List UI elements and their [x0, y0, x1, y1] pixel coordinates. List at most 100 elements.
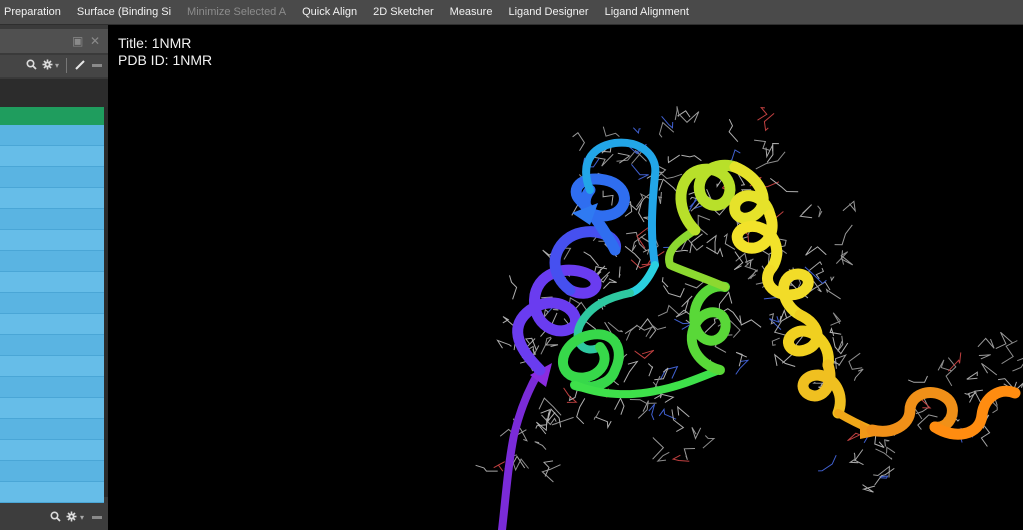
side-chain-bond — [825, 288, 841, 300]
side-chain-bond — [617, 152, 631, 164]
side-chain-bond — [830, 276, 835, 282]
side-chain-bond — [1001, 340, 1018, 365]
menu-ligand-alignment[interactable]: Ligand Alignment — [597, 0, 697, 24]
side-chain-bond — [634, 349, 655, 359]
backbone-ribbon — [498, 138, 1021, 530]
menu-quick-align[interactable]: Quick Align — [294, 0, 365, 24]
side-chain-bond — [830, 312, 842, 326]
table-row[interactable] — [0, 419, 104, 440]
side-chain-bond — [496, 339, 512, 349]
side-chain-bond — [771, 337, 780, 346]
side-chain-bond — [536, 418, 548, 435]
panel-filter-area — [0, 79, 108, 107]
table-row[interactable] — [0, 335, 104, 356]
side-chain-bond — [659, 365, 679, 380]
menu-measure[interactable]: Measure — [442, 0, 501, 24]
table-row[interactable] — [0, 356, 104, 377]
table-row[interactable] — [0, 125, 104, 146]
gear-icon[interactable] — [42, 59, 53, 73]
search-icon[interactable] — [26, 59, 37, 73]
side-chain-bond — [658, 178, 678, 193]
side-chain-bond — [884, 439, 890, 447]
table-row[interactable] — [0, 167, 104, 188]
table-row[interactable] — [0, 398, 104, 419]
table-row[interactable] — [0, 272, 104, 293]
menu-surface-binding-site[interactable]: Surface (Binding Si — [69, 0, 179, 24]
float-panel-icon[interactable]: ▣ — [72, 34, 83, 48]
vertical-scrollbar[interactable] — [104, 107, 108, 497]
side-chain-bond — [534, 441, 547, 450]
table-row[interactable] — [0, 314, 104, 335]
side-chain-bond — [718, 291, 733, 311]
menu-minimize-selected: Minimize Selected A — [187, 6, 287, 18]
side-chain-bond — [576, 398, 586, 425]
workspace-viewport[interactable]: Title: 1NMR PDB ID: 1NMR — [110, 25, 1023, 530]
table-row[interactable] — [0, 146, 104, 167]
chevron-down-icon[interactable]: ▾ — [80, 513, 84, 522]
side-chain-bond — [593, 153, 614, 167]
side-chain-bond — [618, 266, 621, 278]
gear-icon[interactable] — [66, 511, 77, 525]
table-row[interactable] — [0, 482, 104, 503]
table-row[interactable] — [0, 230, 104, 251]
side-chain-bond — [656, 451, 670, 462]
side-chain-bond — [977, 337, 995, 349]
side-chain-bond — [657, 304, 680, 317]
side-chain-bond — [875, 448, 893, 460]
side-chain-bond — [595, 416, 612, 430]
minimize-icon[interactable] — [92, 516, 102, 519]
side-chain-bond — [572, 131, 585, 152]
side-chain-bond — [629, 399, 657, 404]
side-chain-bond — [805, 246, 827, 256]
side-chain-bond — [853, 449, 864, 462]
side-chain-bond — [818, 454, 837, 472]
side-chain-bond — [603, 278, 617, 289]
table-row[interactable] — [0, 377, 104, 398]
entry-table-header — [0, 107, 104, 125]
side-chain-bond — [945, 357, 957, 387]
side-chain-bond — [545, 337, 559, 347]
side-chain-bond — [683, 448, 696, 460]
side-chain-bond — [676, 110, 691, 118]
side-chain-bond — [755, 151, 786, 170]
table-row[interactable] — [0, 251, 104, 272]
side-chain-bond — [541, 464, 561, 483]
side-chain-bond — [602, 126, 620, 137]
search-icon[interactable] — [50, 511, 61, 525]
protein-ribbon-model[interactable] — [110, 25, 1023, 530]
toolbar-divider — [66, 58, 67, 73]
side-chain-bond — [829, 327, 842, 337]
table-row[interactable] — [0, 440, 104, 461]
side-chain-bond — [493, 461, 505, 472]
side-chain-bond — [799, 204, 813, 219]
side-chain-bond — [747, 269, 758, 280]
side-chain-bond — [966, 371, 978, 380]
menu-bar: Preparation Surface (Binding Si Minimize… — [0, 0, 1023, 25]
panel-toolbar: ▾ — [0, 55, 108, 77]
side-chain-bond — [848, 352, 863, 370]
menu-ligand-designer[interactable]: Ligand Designer — [500, 0, 596, 24]
side-chain-bond — [652, 437, 665, 460]
side-chain-bond — [848, 459, 864, 466]
side-chain-bond — [647, 363, 654, 377]
side-chain-bond — [658, 191, 663, 204]
close-panel-icon[interactable]: ✕ — [90, 34, 100, 48]
table-row[interactable] — [0, 293, 104, 314]
side-chain-bond — [817, 205, 823, 218]
side-chain-bond — [661, 277, 669, 288]
side-chain-bond — [614, 397, 625, 415]
table-row[interactable] — [0, 461, 104, 482]
menu-preparation[interactable]: Preparation — [0, 0, 69, 24]
side-chain-bond — [502, 316, 514, 326]
table-row[interactable] — [0, 209, 104, 230]
side-chain-bond — [677, 405, 690, 418]
pencil-icon[interactable] — [74, 59, 86, 74]
minimize-icon[interactable] — [92, 64, 102, 67]
menu-2d-sketcher[interactable]: 2D Sketcher — [365, 0, 442, 24]
side-chain-bond — [625, 324, 638, 341]
side-chain-bond — [648, 403, 656, 421]
chevron-down-icon[interactable]: ▾ — [55, 61, 59, 70]
side-chain-bond — [837, 335, 844, 352]
table-row[interactable] — [0, 188, 104, 209]
side-chain-bond — [632, 127, 641, 135]
